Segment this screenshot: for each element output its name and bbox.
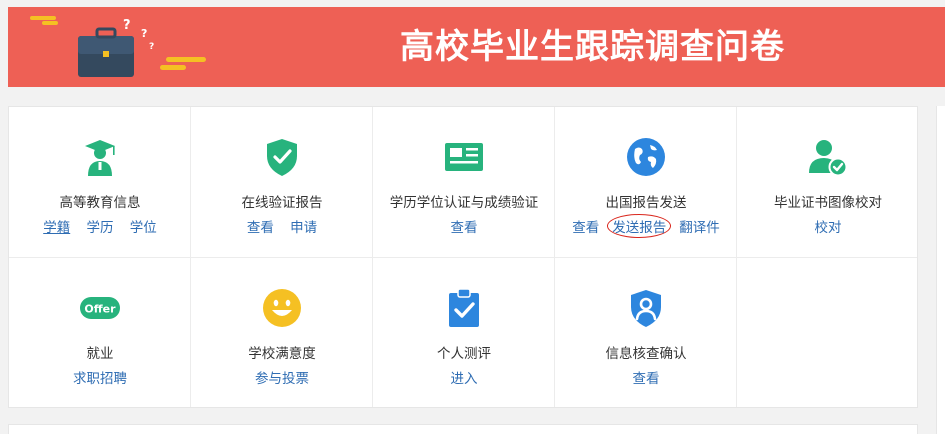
service-certificate-image-check: 毕业证书图像校对 校对 (737, 107, 919, 258)
header-banner: ? ? ? 高校毕业生跟踪调查问卷 (8, 7, 945, 87)
shield-check-icon (267, 139, 297, 176)
link-view[interactable]: 查看 (572, 220, 599, 236)
service-title: 高等教育信息 (59, 195, 141, 211)
service-title: 就业 (86, 346, 114, 362)
service-title: 学历学位认证与成绩验证 (389, 195, 539, 211)
link-send-report[interactable]: 发送报告 (607, 214, 672, 238)
service-school-satisfaction: 学校满意度 参与投票 (191, 258, 373, 409)
empty-cell (737, 258, 919, 409)
offer-badge-icon: Offer (80, 297, 120, 319)
globe-icon (627, 138, 665, 176)
graduate-cap-icon (85, 140, 115, 176)
link-student-status[interactable]: 学籍 (43, 220, 70, 236)
link-vote[interactable]: 参与投票 (255, 371, 309, 387)
link-proofread[interactable]: 校对 (815, 220, 842, 236)
service-degree-certification: 学历学位认证与成绩验证 查看 (373, 107, 555, 258)
service-title: 信息核查确认 (605, 346, 687, 362)
side-panel-edge (936, 106, 945, 434)
id-card-icon (445, 143, 483, 171)
link-apply[interactable]: 申请 (290, 220, 317, 236)
service-title: 毕业证书图像校对 (774, 195, 882, 211)
svg-text:?: ? (149, 42, 154, 52)
next-panel-edge (8, 424, 918, 434)
service-employment: Offer 就业 求职招聘 (9, 258, 191, 409)
service-higher-education-info: 高等教育信息 学籍 学历 学位 (9, 107, 191, 258)
link-view[interactable]: 查看 (633, 371, 660, 387)
user-check-icon (809, 140, 848, 177)
link-academic-degree[interactable]: 学位 (130, 220, 157, 236)
smiley-icon (263, 289, 301, 327)
link-view[interactable]: 查看 (451, 220, 478, 236)
service-title: 出国报告发送 (605, 195, 687, 211)
service-title: 在线验证报告 (241, 195, 323, 211)
service-overseas-report: 出国报告发送 查看 发送报告 翻译件 (555, 107, 737, 258)
service-online-verification-report: 在线验证报告 查看 申请 (191, 107, 373, 258)
link-degree-record[interactable]: 学历 (87, 220, 114, 236)
svg-text:?: ? (123, 18, 131, 33)
shield-user-icon (631, 290, 661, 327)
link-enter[interactable]: 进入 (451, 371, 478, 387)
briefcase-illustration-icon: ? ? ? (30, 16, 206, 77)
service-title: 个人测评 (437, 346, 491, 362)
link-view[interactable]: 查看 (247, 220, 274, 236)
link-translation[interactable]: 翻译件 (679, 220, 720, 236)
svg-text:Offer: Offer (84, 303, 116, 316)
service-title: 学校满意度 (248, 346, 316, 362)
service-personal-assessment: 个人测评 进入 (373, 258, 555, 409)
service-info-verification: 信息核查确认 查看 (555, 258, 737, 409)
link-job-search[interactable]: 求职招聘 (73, 371, 127, 387)
clipboard-check-icon (449, 288, 479, 327)
page-title: 高校毕业生跟踪调查问卷 (400, 27, 785, 67)
services-panel: 高等教育信息 学籍 学历 学位 在线验证报告 查看 申请 学历学位认证与成绩验证… (8, 106, 918, 408)
svg-text:?: ? (141, 27, 147, 40)
